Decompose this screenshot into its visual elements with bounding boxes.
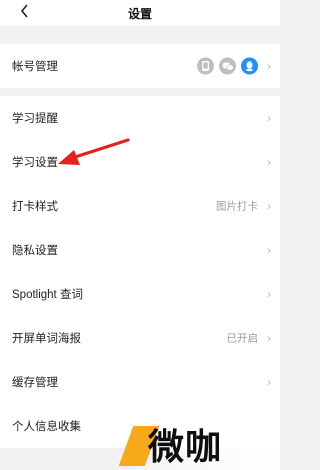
account-group: 帐号管理 › bbox=[0, 44, 280, 88]
chevron-right-icon: › bbox=[267, 155, 271, 169]
study-settings-row[interactable]: 学习设置 › bbox=[0, 140, 280, 184]
bound-accounts bbox=[197, 57, 258, 75]
page-title: 设置 bbox=[127, 7, 152, 21]
settings-group: 学习提醒 › 学习设置 › 打卡样式 图片打卡 › 隐私设置 › Spotlig… bbox=[0, 96, 280, 448]
spotlight-lookup-label: Spotlight 查词 bbox=[12, 289, 83, 301]
chevron-right-icon: › bbox=[267, 331, 271, 345]
nav-bar: 设置 bbox=[0, 0, 280, 26]
phone-icon bbox=[197, 57, 214, 75]
chevron-right-icon: › bbox=[267, 287, 271, 301]
wechat-icon bbox=[219, 57, 236, 75]
chevron-right-icon: › bbox=[267, 199, 271, 213]
launch-word-poster-value: 已开启 bbox=[226, 332, 259, 345]
watermark-logo: 微咖 bbox=[118, 418, 280, 470]
annotation-arrow bbox=[58, 138, 130, 165]
personal-info-collection-label: 个人信息收集 bbox=[12, 421, 81, 433]
account-management-label: 帐号管理 bbox=[12, 61, 58, 73]
checkin-style-value: 图片打卡 bbox=[216, 200, 258, 213]
qq-icon bbox=[241, 57, 258, 75]
spotlight-lookup-row[interactable]: Spotlight 查词 › bbox=[0, 272, 280, 316]
launch-word-poster-row[interactable]: 开屏单词海报 已开启 › bbox=[0, 316, 280, 360]
cache-management-row[interactable]: 缓存管理 › bbox=[0, 360, 280, 404]
privacy-settings-label: 隐私设置 bbox=[12, 245, 58, 257]
checkin-style-row[interactable]: 打卡样式 图片打卡 › bbox=[0, 184, 280, 228]
privacy-settings-row[interactable]: 隐私设置 › bbox=[0, 228, 280, 272]
chevron-right-icon: › bbox=[267, 243, 271, 257]
chevron-right-icon: › bbox=[267, 59, 271, 73]
launch-word-poster-label: 开屏单词海报 bbox=[12, 333, 81, 345]
cache-management-label: 缓存管理 bbox=[12, 377, 58, 389]
watermark-text: 微咖 bbox=[148, 426, 223, 467]
chevron-right-icon: › bbox=[267, 111, 271, 125]
chevron-right-icon: › bbox=[267, 375, 271, 389]
study-reminder-row[interactable]: 学习提醒 › bbox=[0, 96, 280, 140]
checkin-style-label: 打卡样式 bbox=[12, 201, 58, 213]
study-reminder-label: 学习提醒 bbox=[12, 113, 58, 125]
account-management-row[interactable]: 帐号管理 › bbox=[0, 44, 280, 88]
